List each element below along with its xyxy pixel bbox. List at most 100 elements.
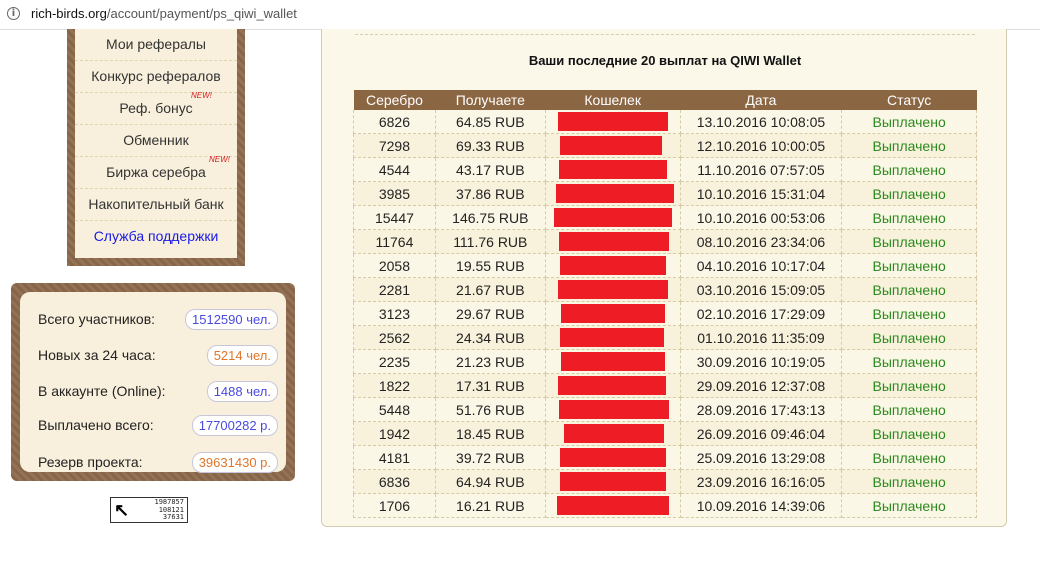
cell-amount: 64.85 RUB [435, 110, 546, 134]
cell-status: Выплачено [841, 469, 977, 494]
redacted-wallet [563, 424, 664, 443]
cell-date: 10.10.2016 15:31:04 [680, 181, 843, 206]
side-menu: Мои рефералы Конкурс рефералов Реф. бону… [67, 29, 245, 266]
cell-amount: 29.67 RUB [435, 301, 546, 326]
stat-value: 17700282 р. [191, 415, 278, 436]
cell-amount: 111.76 RUB [435, 229, 546, 254]
table-row: 3123 29.67 RUB 02.10.2016 17:29:09 Выплачен… [353, 301, 977, 326]
menu-item-savings-bank[interactable]: Накопительный банк [75, 189, 237, 221]
table-row: 6826 64.85 RUB 13.10.2016 10:08:05 Выплачен… [353, 110, 977, 134]
cell-wallet [545, 110, 681, 134]
column-header-amount: Получаете [435, 90, 546, 110]
visitor-counter[interactable]: ↖ 1987857 108121 37631 [110, 497, 188, 523]
cell-status: Выплачено [841, 157, 977, 182]
column-header-status: Статус [841, 90, 977, 110]
menu-item-exchanger[interactable]: Обменник [75, 125, 237, 157]
cell-silver: 2058 [353, 253, 436, 278]
cell-status: Выплачено [841, 301, 977, 326]
cell-amount: 16.21 RUB [435, 493, 546, 518]
cell-silver: 11764 [353, 229, 436, 254]
cell-date: 23.09.2016 16:16:05 [680, 469, 843, 494]
cell-status: Выплачено [841, 277, 977, 302]
table-row: 2562 24.34 RUB 01.10.2016 11:35:09 Выплачен… [353, 325, 977, 350]
redacted-wallet [559, 448, 666, 467]
stat-online: В аккаунте (Online): 1488 чел. [20, 376, 286, 406]
cell-date: 10.10.2016 00:53:06 [680, 205, 843, 230]
stat-total-paid: Выплачено всего: 17700282 р. [20, 410, 286, 440]
column-header-wallet: Кошелек [545, 90, 681, 110]
table-row: 5448 51.76 RUB 28.09.2016 17:43:13 Выплачен… [353, 397, 977, 422]
cell-silver: 3123 [353, 301, 436, 326]
menu-item-silver-exchange[interactable]: Биржа серебра NEW! [75, 155, 237, 189]
table-row: 1706 16.21 RUB 10.09.2016 14:39:06 Выплачен… [353, 493, 977, 518]
cell-wallet [545, 133, 681, 158]
cell-amount: 69.33 RUB [435, 133, 546, 158]
redacted-wallet [557, 112, 668, 131]
table-row: 4181 39.72 RUB 25.09.2016 13:29:08 Выплачен… [353, 445, 977, 470]
divider [355, 34, 975, 35]
cell-silver: 3985 [353, 181, 436, 206]
payments-title: Ваши последние 20 выплат на QIWI Wallet [528, 53, 802, 68]
cell-date: 29.09.2016 12:37:08 [680, 373, 843, 398]
menu-item-support[interactable]: Служба поддержки [75, 221, 237, 253]
cell-silver: 4181 [353, 445, 436, 470]
cell-status: Выплачено [841, 133, 977, 158]
table-row: 4544 43.17 RUB 11.10.2016 07:57:05 Выплачен… [353, 157, 977, 182]
side-menu-list: Мои рефералы Конкурс рефералов Реф. бону… [75, 29, 237, 258]
cell-date: 11.10.2016 07:57:05 [680, 157, 843, 182]
cell-silver: 15447 [353, 205, 436, 230]
cell-amount: 18.45 RUB [435, 421, 546, 446]
cell-silver: 2235 [353, 349, 436, 374]
redacted-wallet [558, 160, 667, 179]
cell-status: Выплачено [841, 205, 977, 230]
table-row: 11764 111.76 RUB 08.10.2016 23:34:06 Выплач… [353, 229, 977, 254]
cell-status: Выплачено [841, 421, 977, 446]
cell-wallet [545, 301, 681, 326]
cell-status: Выплачено [841, 181, 977, 206]
address-bar[interactable]: i rich-birds.org/account/payment/ps_qiwi… [0, 0, 1040, 30]
cell-silver: 5448 [353, 397, 436, 422]
stat-total-users: Всего участников: 1512590 чел. [20, 304, 286, 334]
cell-amount: 51.76 RUB [435, 397, 546, 422]
redacted-wallet [559, 256, 666, 275]
cell-silver: 1822 [353, 373, 436, 398]
cell-wallet [545, 229, 681, 254]
cell-status: Выплачено [841, 445, 977, 470]
table-row: 2235 21.23 RUB 30.09.2016 10:19:05 Выплачен… [353, 349, 977, 374]
table-row: 2058 19.55 RUB 04.10.2016 10:17:04 Выплачен… [353, 253, 977, 278]
cell-date: 13.10.2016 10:08:05 [680, 110, 843, 134]
cell-date: 08.10.2016 23:34:06 [680, 229, 843, 254]
payments-table: Серебро Получаете Кошелек Дата Статус 68… [353, 90, 977, 518]
info-icon[interactable]: i [7, 7, 20, 20]
stat-new-users: Новых за 24 часа: 5214 чел. [20, 340, 286, 370]
cell-wallet [545, 397, 681, 422]
cell-wallet [545, 277, 681, 302]
redacted-wallet [558, 400, 669, 419]
cell-status: Выплачено [841, 373, 977, 398]
column-header-date: Дата [680, 90, 842, 110]
cell-status: Выплачено [841, 325, 977, 350]
menu-item-referrals[interactable]: Мои рефералы [75, 29, 237, 61]
stat-reserve: Резерв проекта: 39631430 р. [20, 447, 286, 477]
stat-value: 1488 чел. [206, 381, 278, 402]
payments-rows: 6826 64.85 RUB 13.10.2016 10:08:05 Выплачен… [353, 110, 977, 518]
cell-date: 02.10.2016 17:29:09 [680, 301, 843, 326]
cell-amount: 146.75 RUB [435, 205, 546, 230]
redacted-wallet [559, 472, 666, 491]
stats-list: Всего участников: 1512590 чел. Новых за … [20, 292, 286, 473]
cell-silver: 7298 [353, 133, 436, 158]
cell-wallet [545, 157, 681, 182]
menu-item-referral-bonus[interactable]: Реф. бонус NEW! [75, 91, 237, 125]
stat-value: 39631430 р. [191, 452, 278, 473]
cell-status: Выплачено [841, 493, 977, 518]
cell-wallet [545, 253, 681, 278]
cell-date: 04.10.2016 10:17:04 [680, 253, 843, 278]
cell-amount: 43.17 RUB [435, 157, 546, 182]
cell-wallet [545, 421, 681, 446]
menu-item-referral-contest[interactable]: Конкурс рефералов [75, 61, 237, 93]
cell-amount: 64.94 RUB [435, 469, 546, 494]
cell-wallet [545, 493, 681, 518]
stats-panel: Всего участников: 1512590 чел. Новых за … [11, 283, 295, 481]
cell-silver: 2281 [353, 277, 436, 302]
url-text[interactable]: rich-birds.org/account/payment/ps_qiwi_w… [31, 6, 297, 21]
